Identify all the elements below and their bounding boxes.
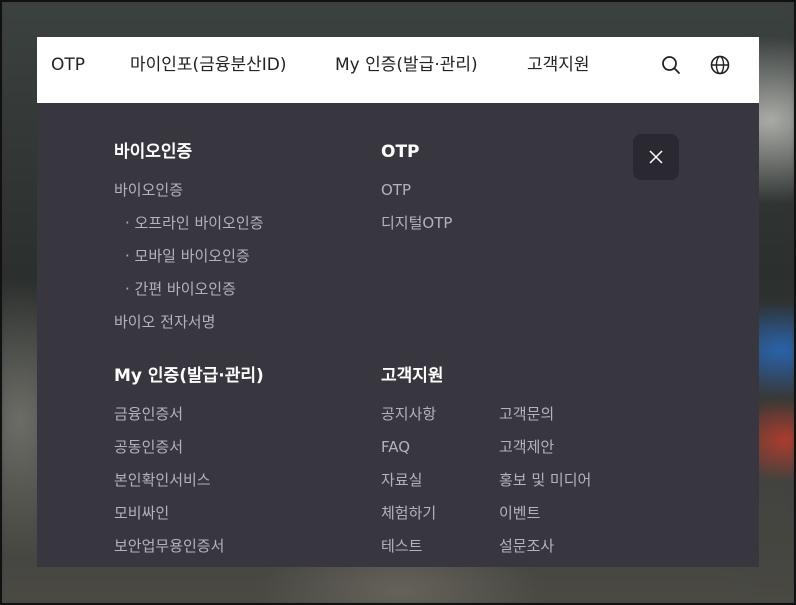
menu-link-otp[interactable]: OTP [381,180,411,200]
menu-link-security-cert[interactable]: 보안업무용인증서 [114,536,224,556]
menu-link-faq[interactable]: FAQ [381,437,410,457]
globe-icon[interactable] [708,53,732,77]
nav-item-my-auth[interactable]: My 인증(발급·관리) [335,37,478,103]
menu-link-resources[interactable]: 자료실 [381,470,422,490]
section-title-support: 고객지원 [381,366,444,386]
menu-link-notice[interactable]: 공지사항 [381,404,436,424]
mega-menu: 바이오인증 바이오인증 · 오프라인 바이오인증 · 모바일 바이오인증 · 간… [37,103,759,567]
nav-item-otp[interactable]: OTP [51,37,85,103]
menu-link-suggestion[interactable]: 고객제안 [499,437,554,457]
menu-link-event[interactable]: 이벤트 [499,503,540,523]
close-icon [649,150,663,164]
nav-item-myinfo[interactable]: 마이인포(금융분산ID) [130,37,287,103]
close-button[interactable] [633,134,679,180]
menu-link-survey[interactable]: 설문조사 [499,536,554,556]
menu-link-pr-media[interactable]: 홍보 및 미디어 [499,470,591,490]
navigation-panel: OTP 마이인포(금융분산ID) My 인증(발급·관리) 고객지원 바이오인증… [37,37,759,567]
section-title-otp: OTP [381,142,420,162]
menu-link-trial[interactable]: 체험하기 [381,503,436,523]
section-title-my-auth: My 인증(발급·관리) [114,366,264,386]
menu-link-bio-esign[interactable]: 바이오 전자서명 [114,312,215,332]
menu-link-inquiry[interactable]: 고객문의 [499,404,554,424]
nav-item-support[interactable]: 고객지원 [527,37,590,103]
menu-link-mobisign[interactable]: 모비싸인 [114,503,169,523]
menu-link-test[interactable]: 테스트 [381,536,422,556]
menu-link-identity-service[interactable]: 본인확인서비스 [114,470,211,490]
top-nav-bar: OTP 마이인포(금융분산ID) My 인증(발급·관리) 고객지원 [37,37,759,103]
menu-link-digital-otp[interactable]: 디지털OTP [381,213,452,233]
menu-link-joint-cert[interactable]: 공동인증서 [114,437,183,457]
menu-link-financial-cert[interactable]: 금융인증서 [114,404,183,424]
menu-link-bio-mobile[interactable]: · 모바일 바이오인증 [125,246,250,266]
menu-link-bio[interactable]: 바이오인증 [114,180,183,200]
search-icon[interactable] [659,53,683,77]
menu-link-bio-simple[interactable]: · 간편 바이오인증 [125,279,236,299]
section-title-bio: 바이오인증 [114,142,193,162]
menu-link-bio-offline[interactable]: · 오프라인 바이오인증 [125,213,264,233]
